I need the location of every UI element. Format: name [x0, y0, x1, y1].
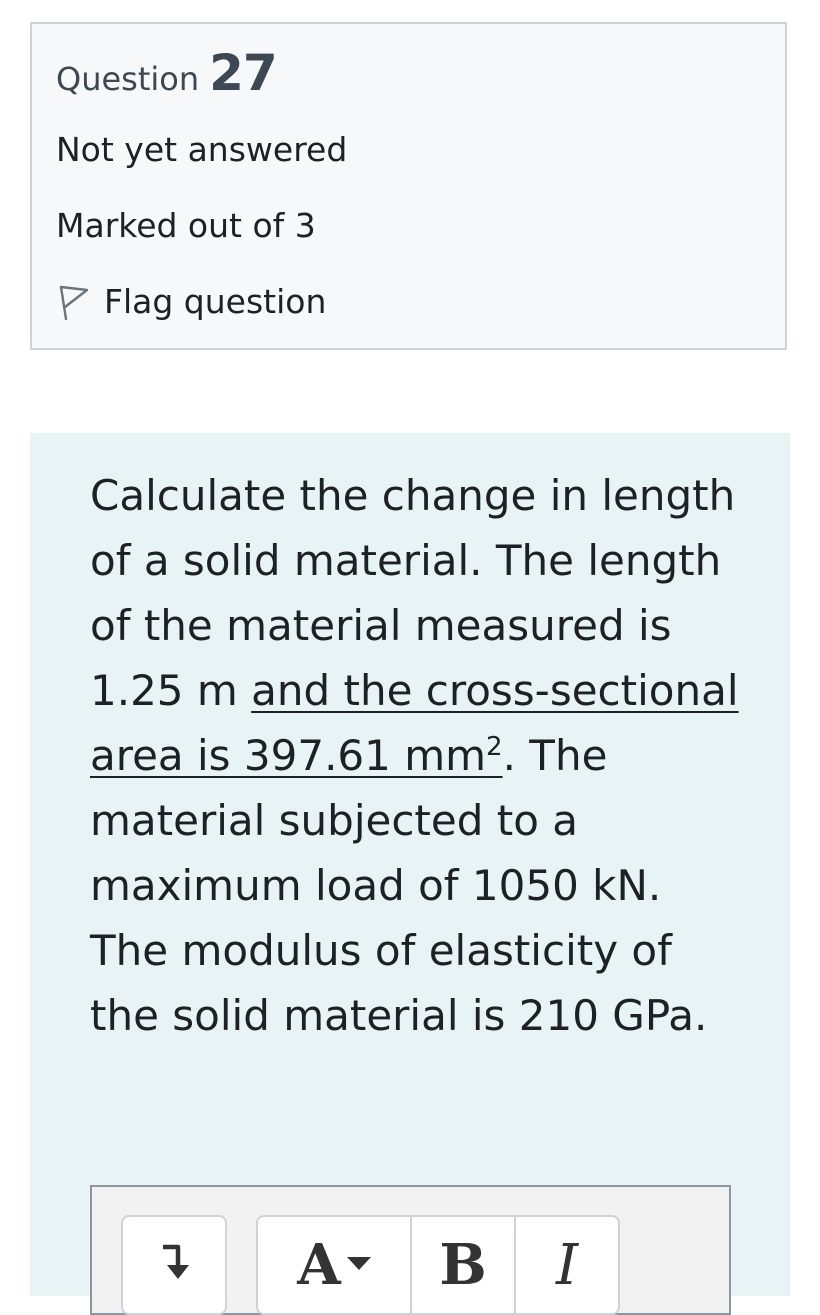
bold-button[interactable]: B: [410, 1217, 514, 1313]
font-style-label: A: [297, 1232, 341, 1298]
toolbar-group-format: A B I: [256, 1215, 620, 1315]
collapse-toolbar-button[interactable]: [123, 1217, 225, 1313]
flag-question-link[interactable]: Flag question: [56, 282, 326, 321]
toolbar-group-collapse: [121, 1215, 227, 1315]
font-style-button[interactable]: A: [258, 1217, 410, 1313]
flag-question-label: Flag question: [104, 282, 327, 321]
caret-down-icon: [346, 1256, 371, 1275]
question-text-superscript: 2: [486, 732, 503, 762]
question-text: Calculate the change in length of a soli…: [90, 463, 740, 1048]
question-grade: Marked out of 3: [56, 206, 316, 245]
question-heading: Question 27: [56, 44, 278, 102]
question-number: 27: [209, 44, 278, 102]
question-content: Calculate the change in length of a soli…: [30, 433, 790, 1315]
arrow-down-to-line-icon: [159, 1243, 189, 1287]
italic-button[interactable]: I: [514, 1217, 618, 1313]
flag-icon: [56, 283, 90, 321]
question-state: Not yet answered: [56, 130, 348, 169]
question-label: Question: [56, 60, 200, 98]
question-info: Question 27 Not yet answered Marked out …: [30, 22, 787, 350]
